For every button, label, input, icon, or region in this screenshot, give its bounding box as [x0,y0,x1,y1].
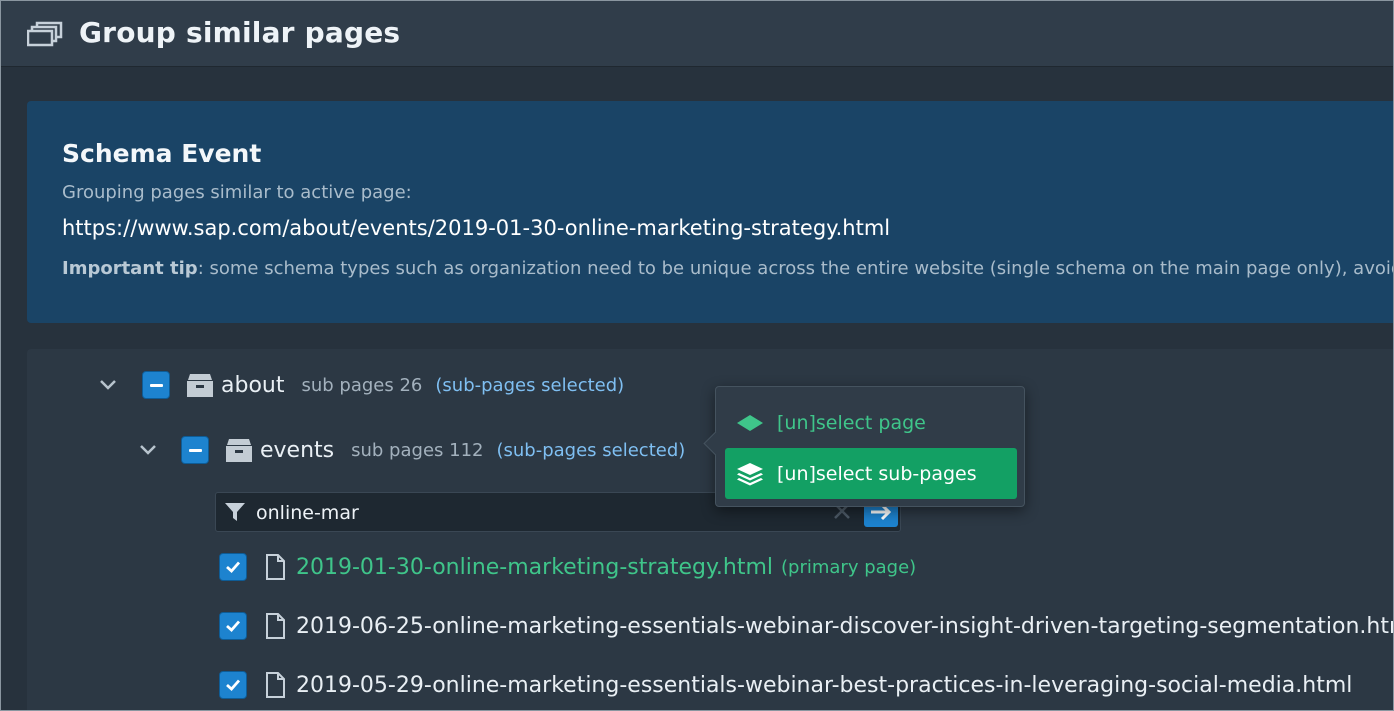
file-icon [266,613,285,639]
tree-node-events: events sub pages 112 (sub-pages selected… [137,432,685,468]
chevron-down-icon[interactable] [137,439,159,461]
file-row: 2019-05-29-online-marketing-essentials-w… [219,667,1352,703]
tree-node-about: about sub pages 26 (sub-pages selected) [97,367,624,403]
primary-page-badge: (primary page) [781,556,917,578]
events-folder-name[interactable]: events [260,438,334,463]
tip-label: Important tip [62,258,198,279]
schema-title: Schema Event [62,139,262,168]
page-title: Group similar pages [79,16,401,49]
menu-item-select-sub-pages[interactable]: [un]select sub-pages [725,448,1017,499]
window-stack-icon [27,21,63,47]
about-selected-status[interactable]: (sub-pages selected) [435,375,624,396]
layers-icon [737,462,763,485]
file-checkbox[interactable] [219,553,247,581]
tip-text: : some schema types such as organization… [197,258,1394,279]
filter-icon [225,503,245,521]
archive-box-icon [226,439,252,462]
events-sub-count: sub pages 112 [351,439,484,461]
file-name[interactable]: 2019-01-30-online-marketing-strategy.htm… [296,555,773,580]
info-panel: Schema Event Grouping pages similar to a… [27,101,1394,323]
diamond-icon [737,414,763,431]
active-page-url: https://www.sap.com/about/events/2019-01… [62,216,891,240]
file-checkbox[interactable] [219,612,247,640]
file-name[interactable]: 2019-06-25-online-marketing-essentials-w… [296,614,1393,639]
about-sub-count: sub pages 26 [301,374,423,396]
file-icon [266,554,285,580]
menu-item-label: [un]select sub-pages [777,462,977,485]
events-selected-status[interactable]: (sub-pages selected) [496,440,685,461]
about-checkbox[interactable] [142,371,170,399]
chevron-down-icon[interactable] [97,374,119,396]
grouping-subtitle: Grouping pages similar to active page: [62,182,412,203]
header-bar: Group similar pages [1,1,1393,67]
filter-input[interactable]: online-mar [256,502,359,524]
menu-item-label: [un]select page [777,411,926,434]
important-tip: Important tip: some schema types such as… [62,258,1394,279]
app-window: Group similar pages Schema Event Groupin… [0,0,1394,711]
about-folder-name[interactable]: about [221,373,284,398]
check-icon [226,561,241,573]
file-icon [266,672,285,698]
file-checkbox[interactable] [219,671,247,699]
selection-popup-menu: [un]select page [un]select sub-pages [715,386,1025,507]
file-row: 2019-06-25-online-marketing-essentials-w… [219,608,1393,644]
check-icon [226,679,241,691]
file-name[interactable]: 2019-05-29-online-marketing-essentials-w… [296,673,1352,698]
archive-box-icon [187,374,213,397]
menu-item-select-page[interactable]: [un]select page [725,397,1017,448]
events-checkbox[interactable] [181,436,209,464]
file-row-primary: 2019-01-30-online-marketing-strategy.htm… [219,549,916,585]
check-icon [226,620,241,632]
